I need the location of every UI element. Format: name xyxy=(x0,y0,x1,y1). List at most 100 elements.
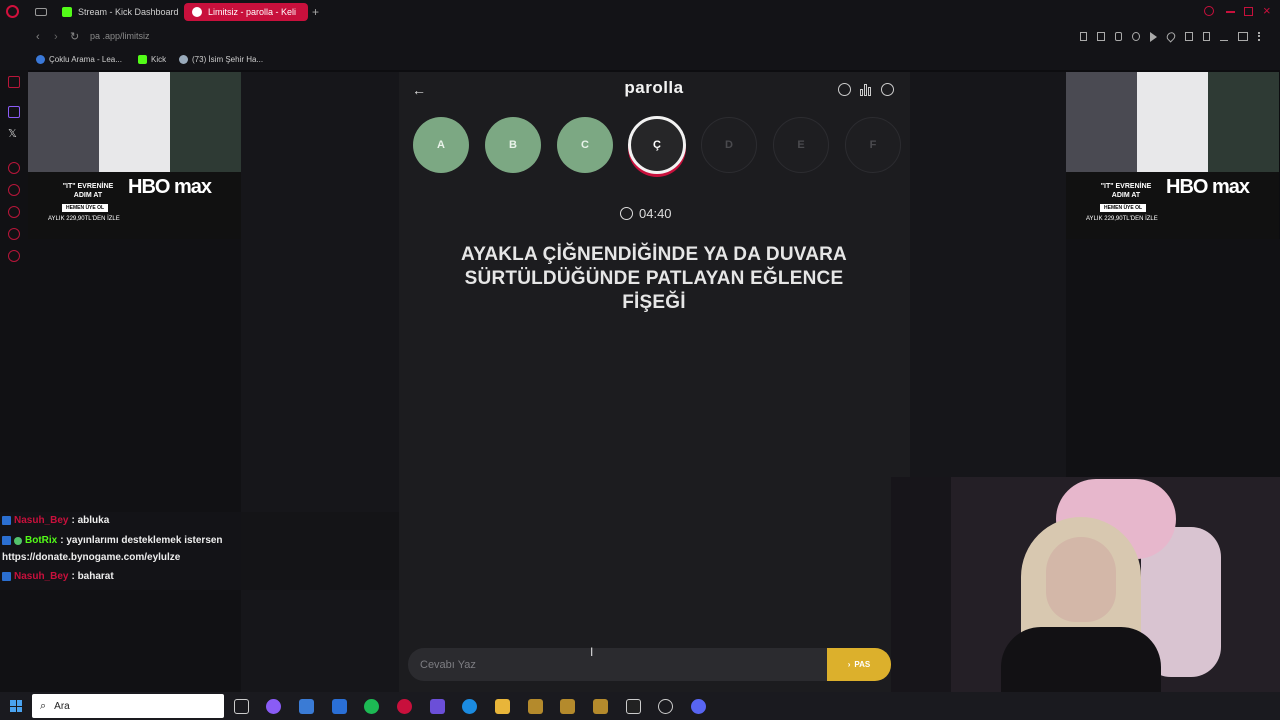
poster-image xyxy=(28,72,99,172)
ad-posters xyxy=(1066,72,1279,172)
cam-person-body xyxy=(1001,627,1161,692)
pin-icon[interactable] xyxy=(1080,32,1087,41)
workspaces-icon[interactable] xyxy=(35,8,47,16)
minimize-icon[interactable] xyxy=(1226,11,1235,13)
twitch-icon[interactable] xyxy=(8,106,20,118)
snapshot-icon[interactable] xyxy=(1096,32,1105,41)
new-tab-button[interactable]: + xyxy=(312,5,319,19)
ad-brand: HBO max xyxy=(128,176,212,198)
poster-image xyxy=(99,72,170,172)
heart-icon[interactable] xyxy=(1165,30,1177,43)
letter-bubble: A xyxy=(413,117,469,173)
ad-footer: "IT" EVRENİNE ADIM AT HBO max HEMEN ÜYE … xyxy=(1066,172,1279,239)
opera-icon[interactable] xyxy=(6,5,19,18)
sidebar-icon[interactable] xyxy=(8,162,20,174)
menu-icon[interactable] xyxy=(1258,32,1261,41)
chat-message: Nasuh_Bey : baharat xyxy=(2,571,114,582)
adblock-icon[interactable] xyxy=(1114,32,1123,41)
history-icon[interactable] xyxy=(8,206,20,218)
tab-kick-dashboard[interactable]: Stream - Kick Dashboard xyxy=(54,3,182,21)
chat-text: : baharat xyxy=(71,571,114,582)
info-icon[interactable] xyxy=(838,83,851,96)
wallet-icon[interactable] xyxy=(1202,32,1211,41)
spotify-icon[interactable] xyxy=(364,699,379,714)
reload-icon[interactable]: ↻ xyxy=(70,30,79,43)
chat-text: : yayınlarımı desteklemek istersen xyxy=(60,535,223,546)
site-icon xyxy=(179,55,188,64)
copilot-icon[interactable] xyxy=(266,699,281,714)
settings-icon[interactable] xyxy=(8,250,20,262)
player-icon[interactable] xyxy=(1150,32,1158,42)
chat-message: BotRix : yayınlarımı desteklemek isterse… xyxy=(2,535,223,546)
ad-banner-left[interactable]: "IT" EVRENİNE ADIM AT HBO max HEMEN ÜYE … xyxy=(28,72,241,239)
aria-icon[interactable] xyxy=(1237,32,1249,41)
sidebar-icon[interactable] xyxy=(8,76,20,88)
bookmark-label: (73) İsim Şehir Ha... xyxy=(192,55,264,64)
windows-start-icon[interactable] xyxy=(10,700,22,712)
discord-icon[interactable] xyxy=(691,699,706,714)
outlook-icon[interactable] xyxy=(332,699,347,714)
kick-icon xyxy=(138,55,147,64)
chevron-right-icon: › xyxy=(847,660,851,669)
answer-input[interactable] xyxy=(408,648,828,681)
chat-text: : abluka xyxy=(71,515,110,526)
tab-label: Limitsiz - parolla - Keli xyxy=(208,7,297,17)
page-background xyxy=(241,72,399,692)
parolla-icon xyxy=(192,7,202,17)
badge-icon xyxy=(2,516,11,525)
letter-bubble: F xyxy=(845,117,901,173)
ad-price: AYLIK 229,90TL'DEN İZLE xyxy=(1086,216,1158,222)
url-field[interactable]: pa .app/limitsiz xyxy=(90,31,150,41)
close-icon[interactable]: × xyxy=(1263,3,1271,18)
task-view-icon[interactable] xyxy=(234,699,249,714)
user-icon[interactable] xyxy=(881,83,894,96)
clipchamp-icon[interactable] xyxy=(430,699,445,714)
pass-button[interactable]: › PAS xyxy=(827,648,891,681)
back-nav-icon[interactable]: ‹ xyxy=(36,31,40,43)
speedtest-icon[interactable] xyxy=(658,699,673,714)
ad-price: AYLIK 229,90TL'DEN İZLE xyxy=(48,216,120,222)
ad-footer: "IT" EVRENİNE ADIM AT HBO max HEMEN ÜYE … xyxy=(28,172,241,239)
tab-parolla[interactable]: Limitsiz - parolla - Keli xyxy=(184,3,308,21)
search-icon: ⌕ xyxy=(40,699,47,712)
tab-label: Stream - Kick Dashboard xyxy=(78,7,179,17)
sidebar-icon[interactable] xyxy=(8,184,20,196)
search-icon[interactable] xyxy=(1204,6,1214,16)
bookmark-item[interactable]: (73) İsim Şehir Ha... xyxy=(179,55,263,64)
download-icon[interactable] xyxy=(1220,32,1228,41)
edge-icon[interactable] xyxy=(462,699,477,714)
ad-cta: HEMEN ÜYE OL xyxy=(1100,204,1147,212)
bookmark-item[interactable]: Kick xyxy=(138,55,166,64)
badge-icon xyxy=(2,536,11,545)
ad-brand: HBO max xyxy=(1166,176,1250,198)
x-icon[interactable]: 𝕏 xyxy=(8,127,17,140)
letter-bubble-current: Ç xyxy=(628,116,686,174)
webcam-feed xyxy=(891,477,1280,692)
league-icon[interactable] xyxy=(528,699,543,714)
poster-image xyxy=(1208,72,1279,172)
stats-icon[interactable] xyxy=(860,83,873,96)
taskbar-search[interactable]: ⌕ Ara xyxy=(32,694,224,718)
text-cursor-icon: I xyxy=(590,645,594,659)
ad-banner-right[interactable]: "IT" EVRENİNE ADIM AT HBO max HEMEN ÜYE … xyxy=(1066,72,1279,239)
audio-app-icon[interactable] xyxy=(626,699,641,714)
letter-bubble: D xyxy=(701,117,757,173)
cam-person-face xyxy=(1046,537,1116,622)
maximize-icon[interactable] xyxy=(1244,7,1253,16)
vpn-icon[interactable] xyxy=(1132,32,1141,41)
store-icon[interactable] xyxy=(299,699,314,714)
back-arrow-icon[interactable]: ← xyxy=(412,82,426,98)
bookmark-item[interactable]: Çoklu Arama - Lea... xyxy=(36,55,122,64)
page-background xyxy=(1066,239,1280,477)
file-explorer-icon[interactable] xyxy=(495,699,510,714)
extensions-icon[interactable] xyxy=(1184,32,1193,41)
bookmark-label: Çoklu Arama - Lea... xyxy=(49,55,122,64)
opera-gx-icon[interactable] xyxy=(397,699,412,714)
league-icon[interactable] xyxy=(560,699,575,714)
taskbar-search-label: Ara xyxy=(54,700,70,712)
pass-label: PAS xyxy=(854,660,871,669)
timer-value: 04:40 xyxy=(639,206,672,221)
sidebar-icon[interactable] xyxy=(8,228,20,240)
forward-nav-icon[interactable]: › xyxy=(54,31,58,43)
league-icon[interactable] xyxy=(593,699,608,714)
